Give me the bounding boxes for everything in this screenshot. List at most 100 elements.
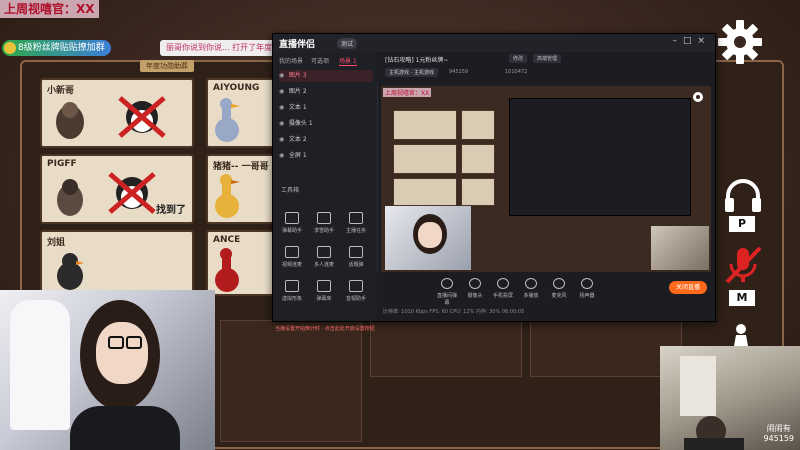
mic-muted-icon[interactable] [722, 244, 764, 286]
tool-streamer-task[interactable]: 主播任务 [341, 212, 371, 234]
speaker-icon [581, 278, 593, 289]
bottom-tool-label: 摄像头 [467, 293, 483, 299]
room-info-bar: [钻石攻略] 1元粉丝牌~ 修改 高端管理 主机游戏 - 主机游戏 945159… [377, 52, 715, 82]
crossed-penguin-icon [118, 96, 166, 138]
advanced-manage-button[interactable]: 高端管理 [533, 54, 562, 63]
multi-play-button[interactable]: 多播放 [519, 278, 543, 299]
app-bottom-toolbar: 直播间弹幕 摄像头 手机投屏 多播放 麦克风 扬声器 关闭直播 比特率: 101… [377, 272, 715, 321]
red-goose-icon [215, 248, 239, 292]
game-card[interactable]: 小新哥 [40, 78, 194, 148]
tab-my-scenes[interactable]: 我的场景 [279, 56, 303, 65]
play-icon [525, 278, 537, 289]
eye-icon[interactable]: ◉ [279, 150, 287, 162]
app-logo: 直播伴侣 [279, 40, 316, 50]
eye-icon[interactable]: ◉ [279, 134, 287, 146]
card-player-name: 刘姐 [47, 238, 66, 248]
empty-board-slot [220, 320, 362, 442]
fan-banner-text: 8级粉丝牌贴贴撩加群 [18, 43, 105, 53]
bottom-tool-label: 麦克风 [551, 293, 567, 299]
preview-weekly-label: 上周视嘻官：XX [383, 88, 432, 97]
tool-danmu-assistant[interactable]: 弹幕助手 [277, 212, 307, 234]
eye-icon[interactable]: ◉ [279, 86, 287, 98]
stop-live-button[interactable]: 关闭直播 [669, 281, 707, 294]
fan-badge-banner: 8级粉丝牌贴贴撩加群 [2, 40, 111, 56]
tool-label: 话题弹 [348, 262, 364, 268]
app-version-badge: 测试 [337, 38, 358, 49]
eye-icon[interactable]: ◉ [279, 70, 287, 82]
nested-app-window [509, 98, 691, 216]
gaming-chair [10, 300, 70, 430]
tool-label: 求雪助手 [313, 228, 334, 234]
stream-preview[interactable]: 上周视嘻官：XX [381, 86, 711, 272]
tool-video-link[interactable]: 视频连麦 [277, 246, 307, 268]
card-player-name: PIGFF [47, 159, 77, 169]
minimize-icon[interactable]: – [672, 36, 683, 46]
source-item[interactable]: ◉ 全屏 1 [279, 150, 373, 162]
preview-gear-icon [693, 92, 703, 102]
tool-audio-video[interactable]: 音视助手 [341, 280, 371, 302]
card-player-name: 小新哥 [47, 86, 75, 96]
source-item[interactable]: ◉ 图片 3 [279, 70, 373, 82]
streamer-body [70, 406, 180, 450]
bottom-tool-label: 多播放 [523, 293, 539, 299]
headset-icon[interactable] [722, 178, 764, 214]
tool-label: 弹幕助手 [281, 228, 302, 234]
wechat-icon [4, 42, 16, 54]
danmu-button[interactable]: 直播间弹幕 [435, 278, 459, 306]
close-icon[interactable]: × [697, 36, 711, 46]
app-titlebar[interactable]: 直播伴侣 测试 –□× [273, 34, 715, 52]
guest-watermark: 闹闹有 945159 [763, 424, 794, 444]
live-companion-app-window[interactable]: 直播伴侣 测试 –□× 我的场景 可选项 场景 1 ◉ 图片 3 ◉ 图片 2 … [272, 33, 716, 332]
tab-options[interactable]: 可选项 [311, 56, 329, 65]
user-icon [317, 212, 331, 224]
tool-snow-assistant[interactable]: 求雪助手 [309, 212, 339, 234]
tv-icon [317, 280, 331, 292]
source-label: 图片 2 [288, 88, 307, 95]
camera-button[interactable]: 摄像头 [463, 278, 487, 299]
tab-scene-1[interactable]: 场景 1 [339, 56, 357, 66]
tool-label: 音视助手 [345, 296, 366, 302]
settings-gear-icon[interactable] [716, 18, 764, 66]
phone-cast-button[interactable]: 手机投屏 [491, 278, 515, 299]
chat-icon [441, 278, 453, 289]
phone-icon [497, 278, 509, 289]
edit-button[interactable]: 修改 [509, 54, 528, 63]
game-card[interactable]: PIGFF 找到了 [40, 154, 194, 224]
category-tag[interactable]: 主机游戏 - 主机游戏 [385, 68, 438, 77]
duck-icon [57, 253, 84, 290]
guest-webcam: 闹闹有 945159 [660, 346, 800, 450]
tool-topic[interactable]: 话题弹 [341, 246, 371, 268]
mic-icon [553, 278, 565, 289]
source-label: 摄像头 1 [288, 120, 313, 127]
source-item[interactable]: ◉ 文本 2 [279, 134, 373, 146]
event-sub-banner: 年度功勋助葬 [140, 60, 194, 72]
bottom-tool-label: 扬声器 [579, 293, 595, 299]
source-item[interactable]: ◉ 图片 2 [279, 86, 373, 98]
tool-avatar[interactable]: 虚拟形象 [277, 280, 307, 302]
watermark-name: 闹闹有 [766, 424, 791, 433]
mini-card [461, 178, 495, 206]
topic-icon [349, 246, 363, 258]
tool-multi-link[interactable]: 多人连麦 [309, 246, 339, 268]
eye-icon[interactable]: ◉ [279, 102, 287, 114]
music-icon [349, 280, 363, 292]
group-icon [317, 246, 331, 258]
maximize-icon[interactable]: □ [683, 36, 698, 46]
mini-card [393, 110, 457, 140]
speaker-button[interactable]: 扬声器 [575, 278, 599, 299]
yellow-goose-icon [215, 174, 240, 218]
tool-danmu-library[interactable]: 弹幕库 [309, 280, 339, 302]
source-item[interactable]: ◉ 摄像头 1 [279, 118, 373, 130]
countdown-notice[interactable]: 当播设置开始倒计时 · 点击此处开启设置按钮 [275, 324, 375, 334]
mini-card [393, 178, 457, 206]
game-card[interactable]: 刘姐 [40, 230, 194, 296]
window-controls[interactable]: –□× [672, 36, 711, 46]
room-title: [钻石攻略] 1元粉丝牌~ [385, 57, 449, 64]
eye-icon[interactable]: ◉ [279, 118, 287, 130]
source-item[interactable]: ◉ 文本 1 [279, 102, 373, 114]
mini-card [461, 144, 495, 174]
microphone-button[interactable]: 麦克风 [547, 278, 571, 299]
bottom-tool-label: 手机投屏 [492, 293, 513, 299]
card-player-name: ANCE [213, 235, 241, 245]
weekly-title-label: 上周视嘻官：XX [0, 0, 99, 18]
